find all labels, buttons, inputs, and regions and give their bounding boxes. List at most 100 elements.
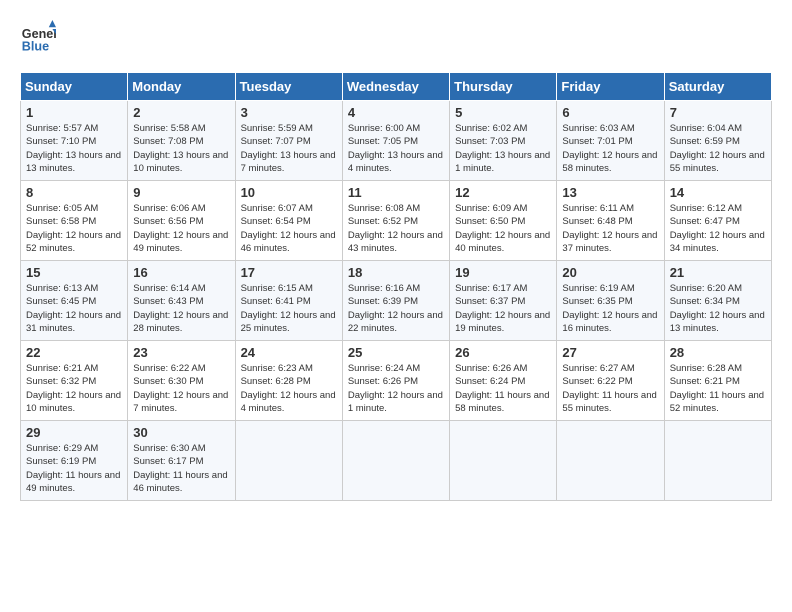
calendar-cell: 23Sunrise: 6:22 AM Sunset: 6:30 PM Dayli… xyxy=(128,341,235,421)
logo: General Blue xyxy=(20,20,60,56)
day-content: Sunrise: 6:04 AM Sunset: 6:59 PM Dayligh… xyxy=(670,122,766,175)
day-content: Sunrise: 6:00 AM Sunset: 7:05 PM Dayligh… xyxy=(348,122,444,175)
day-number: 18 xyxy=(348,265,444,280)
day-content: Sunrise: 6:03 AM Sunset: 7:01 PM Dayligh… xyxy=(562,122,658,175)
calendar-cell xyxy=(664,421,771,501)
calendar-cell: 18 Sunrise: 6:16 AM Sunset: 6:39 PM Dayli… xyxy=(342,261,449,341)
calendar-cell: 25 Sunrise: 6:24 AM Sunset: 6:26 PM Dayli… xyxy=(342,341,449,421)
calendar-cell: 17 Sunrise: 6:15 AM Sunset: 6:41 PM Dayli… xyxy=(235,261,342,341)
calendar-table: SundayMondayTuesdayWednesdayThursdayFrid… xyxy=(20,72,772,501)
calendar-cell: 11 Sunrise: 6:08 AM Sunset: 6:52 PM Dayli… xyxy=(342,181,449,261)
day-content: Sunrise: 5:59 AM Sunset: 7:07 PM Dayligh… xyxy=(241,122,337,175)
day-number: 23 xyxy=(133,345,229,360)
day-content: Sunrise: 5:57 AM Sunset: 7:10 PM Dayligh… xyxy=(26,122,122,175)
calendar-cell: 10 Sunrise: 6:07 AM Sunset: 6:54 PM Dayli… xyxy=(235,181,342,261)
day-content: Sunrise: 5:58 AM Sunset: 7:08 PM Dayligh… xyxy=(133,122,229,175)
calendar-cell xyxy=(450,421,557,501)
day-content: Sunrise: 6:27 AM Sunset: 6:22 PM Dayligh… xyxy=(562,362,658,415)
day-number: 14 xyxy=(670,185,766,200)
calendar-cell: 5 Sunrise: 6:02 AM Sunset: 7:03 PM Daylig… xyxy=(450,101,557,181)
day-number: 25 xyxy=(348,345,444,360)
day-content: Sunrise: 6:08 AM Sunset: 6:52 PM Dayligh… xyxy=(348,202,444,255)
day-number: 5 xyxy=(455,105,551,120)
calendar-week-3: 15 Sunrise: 6:13 AM Sunset: 6:45 PM Dayli… xyxy=(21,261,772,341)
day-number: 15 xyxy=(26,265,122,280)
col-header-monday: Monday xyxy=(128,73,235,101)
day-content: Sunrise: 6:02 AM Sunset: 7:03 PM Dayligh… xyxy=(455,122,551,175)
calendar-cell: 30 Sunrise: 6:30 AM Sunset: 6:17 PM Dayli… xyxy=(128,421,235,501)
day-content: Sunrise: 6:19 AM Sunset: 6:35 PM Dayligh… xyxy=(562,282,658,335)
col-header-wednesday: Wednesday xyxy=(342,73,449,101)
calendar-cell: 6 Sunrise: 6:03 AM Sunset: 7:01 PM Daylig… xyxy=(557,101,664,181)
day-content: Sunrise: 6:20 AM Sunset: 6:34 PM Dayligh… xyxy=(670,282,766,335)
calendar-cell xyxy=(342,421,449,501)
day-number: 12 xyxy=(455,185,551,200)
day-number: 22 xyxy=(26,345,122,360)
col-header-thursday: Thursday xyxy=(450,73,557,101)
calendar-cell: 15 Sunrise: 6:13 AM Sunset: 6:45 PM Dayli… xyxy=(21,261,128,341)
day-content: Sunrise: 6:21 AM Sunset: 6:32 PM Dayligh… xyxy=(26,362,122,415)
day-content: Sunrise: 6:11 AM Sunset: 6:48 PM Dayligh… xyxy=(562,202,658,255)
svg-text:Blue: Blue xyxy=(22,40,49,54)
day-number: 7 xyxy=(670,105,766,120)
day-number: 29 xyxy=(26,425,122,440)
day-number: 30 xyxy=(133,425,229,440)
calendar-cell: 21 Sunrise: 6:20 AM Sunset: 6:34 PM Dayli… xyxy=(664,261,771,341)
day-number: 1 xyxy=(26,105,122,120)
day-content: Sunrise: 6:23 AM Sunset: 6:28 PM Dayligh… xyxy=(241,362,337,415)
col-header-saturday: Saturday xyxy=(664,73,771,101)
page-header: General Blue xyxy=(20,20,772,56)
day-content: Sunrise: 6:17 AM Sunset: 6:37 PM Dayligh… xyxy=(455,282,551,335)
calendar-cell: 1 Sunrise: 5:57 AM Sunset: 7:10 PM Daylig… xyxy=(21,101,128,181)
day-content: Sunrise: 6:13 AM Sunset: 6:45 PM Dayligh… xyxy=(26,282,122,335)
calendar-cell: 9 Sunrise: 6:06 AM Sunset: 6:56 PM Daylig… xyxy=(128,181,235,261)
day-number: 6 xyxy=(562,105,658,120)
day-content: Sunrise: 6:06 AM Sunset: 6:56 PM Dayligh… xyxy=(133,202,229,255)
day-number: 4 xyxy=(348,105,444,120)
calendar-cell: 28Sunrise: 6:28 AM Sunset: 6:21 PM Dayli… xyxy=(664,341,771,421)
calendar-week-4: 22 Sunrise: 6:21 AM Sunset: 6:32 PM Dayli… xyxy=(21,341,772,421)
day-content: Sunrise: 6:16 AM Sunset: 6:39 PM Dayligh… xyxy=(348,282,444,335)
day-content: Sunrise: 6:30 AM Sunset: 6:17 PM Dayligh… xyxy=(133,442,229,495)
calendar-cell: 14 Sunrise: 6:12 AM Sunset: 6:47 PM Dayli… xyxy=(664,181,771,261)
day-content: Sunrise: 6:26 AM Sunset: 6:24 PM Dayligh… xyxy=(455,362,551,415)
day-content: Sunrise: 6:12 AM Sunset: 6:47 PM Dayligh… xyxy=(670,202,766,255)
day-number: 27 xyxy=(562,345,658,360)
calendar-cell: 7 Sunrise: 6:04 AM Sunset: 6:59 PM Daylig… xyxy=(664,101,771,181)
calendar-cell: 3 Sunrise: 5:59 AM Sunset: 7:07 PM Daylig… xyxy=(235,101,342,181)
calendar-cell: 2 Sunrise: 5:58 AM Sunset: 7:08 PM Daylig… xyxy=(128,101,235,181)
day-number: 24 xyxy=(241,345,337,360)
day-content: Sunrise: 6:07 AM Sunset: 6:54 PM Dayligh… xyxy=(241,202,337,255)
day-number: 2 xyxy=(133,105,229,120)
day-number: 16 xyxy=(133,265,229,280)
day-number: 19 xyxy=(455,265,551,280)
day-content: Sunrise: 6:05 AM Sunset: 6:58 PM Dayligh… xyxy=(26,202,122,255)
day-number: 3 xyxy=(241,105,337,120)
day-content: Sunrise: 6:14 AM Sunset: 6:43 PM Dayligh… xyxy=(133,282,229,335)
col-header-sunday: Sunday xyxy=(21,73,128,101)
day-number: 9 xyxy=(133,185,229,200)
day-number: 11 xyxy=(348,185,444,200)
calendar-cell: 19 Sunrise: 6:17 AM Sunset: 6:37 PM Dayli… xyxy=(450,261,557,341)
col-header-friday: Friday xyxy=(557,73,664,101)
day-content: Sunrise: 6:24 AM Sunset: 6:26 PM Dayligh… xyxy=(348,362,444,415)
day-number: 21 xyxy=(670,265,766,280)
day-content: Sunrise: 6:09 AM Sunset: 6:50 PM Dayligh… xyxy=(455,202,551,255)
col-header-tuesday: Tuesday xyxy=(235,73,342,101)
day-content: Sunrise: 6:15 AM Sunset: 6:41 PM Dayligh… xyxy=(241,282,337,335)
day-number: 17 xyxy=(241,265,337,280)
day-number: 8 xyxy=(26,185,122,200)
day-number: 20 xyxy=(562,265,658,280)
calendar-cell: 26 Sunrise: 6:26 AM Sunset: 6:24 PM Dayli… xyxy=(450,341,557,421)
calendar-cell: 16 Sunrise: 6:14 AM Sunset: 6:43 PM Dayli… xyxy=(128,261,235,341)
calendar-cell: 29 Sunrise: 6:29 AM Sunset: 6:19 PM Dayli… xyxy=(21,421,128,501)
calendar-cell: 24 Sunrise: 6:23 AM Sunset: 6:28 PM Dayli… xyxy=(235,341,342,421)
day-number: 10 xyxy=(241,185,337,200)
day-content: Sunrise: 6:29 AM Sunset: 6:19 PM Dayligh… xyxy=(26,442,122,495)
calendar-cell: 4 Sunrise: 6:00 AM Sunset: 7:05 PM Daylig… xyxy=(342,101,449,181)
calendar-cell xyxy=(557,421,664,501)
calendar-cell: 8 Sunrise: 6:05 AM Sunset: 6:58 PM Daylig… xyxy=(21,181,128,261)
calendar-week-2: 8 Sunrise: 6:05 AM Sunset: 6:58 PM Daylig… xyxy=(21,181,772,261)
day-number: 28 xyxy=(670,345,766,360)
day-number: 26 xyxy=(455,345,551,360)
